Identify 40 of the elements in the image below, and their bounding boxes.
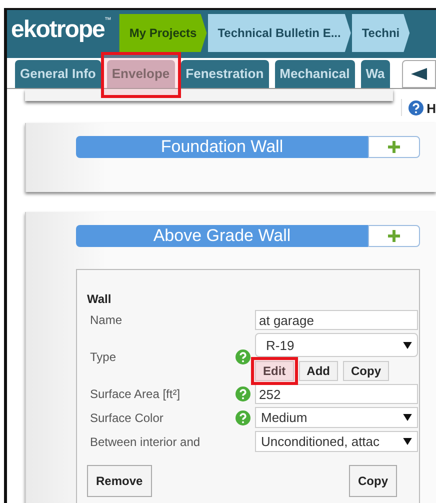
input-field[interactable]: at garage bbox=[255, 310, 418, 330]
field-label: Name bbox=[89, 313, 124, 327]
tab[interactable]: General Info bbox=[15, 60, 101, 88]
tab[interactable]: Wa bbox=[360, 60, 390, 88]
section-title-bar: Foundation Wall bbox=[76, 136, 368, 158]
help-icon[interactable] bbox=[235, 349, 251, 365]
field-label: Surface Color bbox=[89, 410, 164, 424]
breadcrumb-link[interactable]: Techni bbox=[352, 14, 410, 52]
breadcrumb-link[interactable]: Technical Bulletin E... bbox=[208, 14, 351, 52]
field-label: Between interior and bbox=[89, 434, 202, 448]
small-button[interactable]: Edit bbox=[255, 361, 294, 381]
dropdown[interactable]: Unconditioned, attac bbox=[255, 431, 418, 452]
plus-icon bbox=[388, 230, 400, 242]
help-icon[interactable] bbox=[408, 100, 424, 116]
logo-text: ekotrope bbox=[11, 16, 104, 44]
dropdown[interactable]: R-19 bbox=[255, 333, 418, 357]
back-button[interactable] bbox=[402, 60, 436, 88]
plus-icon bbox=[388, 141, 400, 153]
input-field[interactable]: 252 bbox=[255, 384, 418, 404]
caret-icon bbox=[403, 414, 412, 421]
action-button[interactable]: Remove bbox=[87, 465, 152, 497]
add-button[interactable] bbox=[368, 136, 420, 158]
breadcrumb-link[interactable]: My Projects bbox=[119, 14, 207, 52]
dropdown[interactable]: Medium bbox=[255, 407, 418, 428]
caret-icon bbox=[403, 438, 412, 445]
card-title: Wall bbox=[87, 292, 112, 306]
caret-icon bbox=[403, 342, 412, 348]
small-button[interactable]: Copy bbox=[343, 361, 389, 381]
small-button[interactable]: Add bbox=[298, 361, 338, 381]
field-label: Surface Area [ft²] bbox=[89, 387, 182, 401]
left-arrow-icon bbox=[408, 67, 429, 81]
section-title-bar: Above Grade Wall bbox=[76, 225, 368, 247]
tab[interactable]: Fenestration bbox=[180, 60, 269, 88]
help-icon[interactable] bbox=[235, 386, 251, 402]
tab[interactable]: Mechanical bbox=[274, 60, 355, 88]
field-label: Type bbox=[89, 350, 118, 364]
add-button[interactable] bbox=[368, 225, 420, 247]
help-link[interactable]: H bbox=[426, 100, 436, 116]
action-button[interactable]: Copy bbox=[349, 465, 397, 497]
help-icon[interactable] bbox=[235, 410, 251, 426]
